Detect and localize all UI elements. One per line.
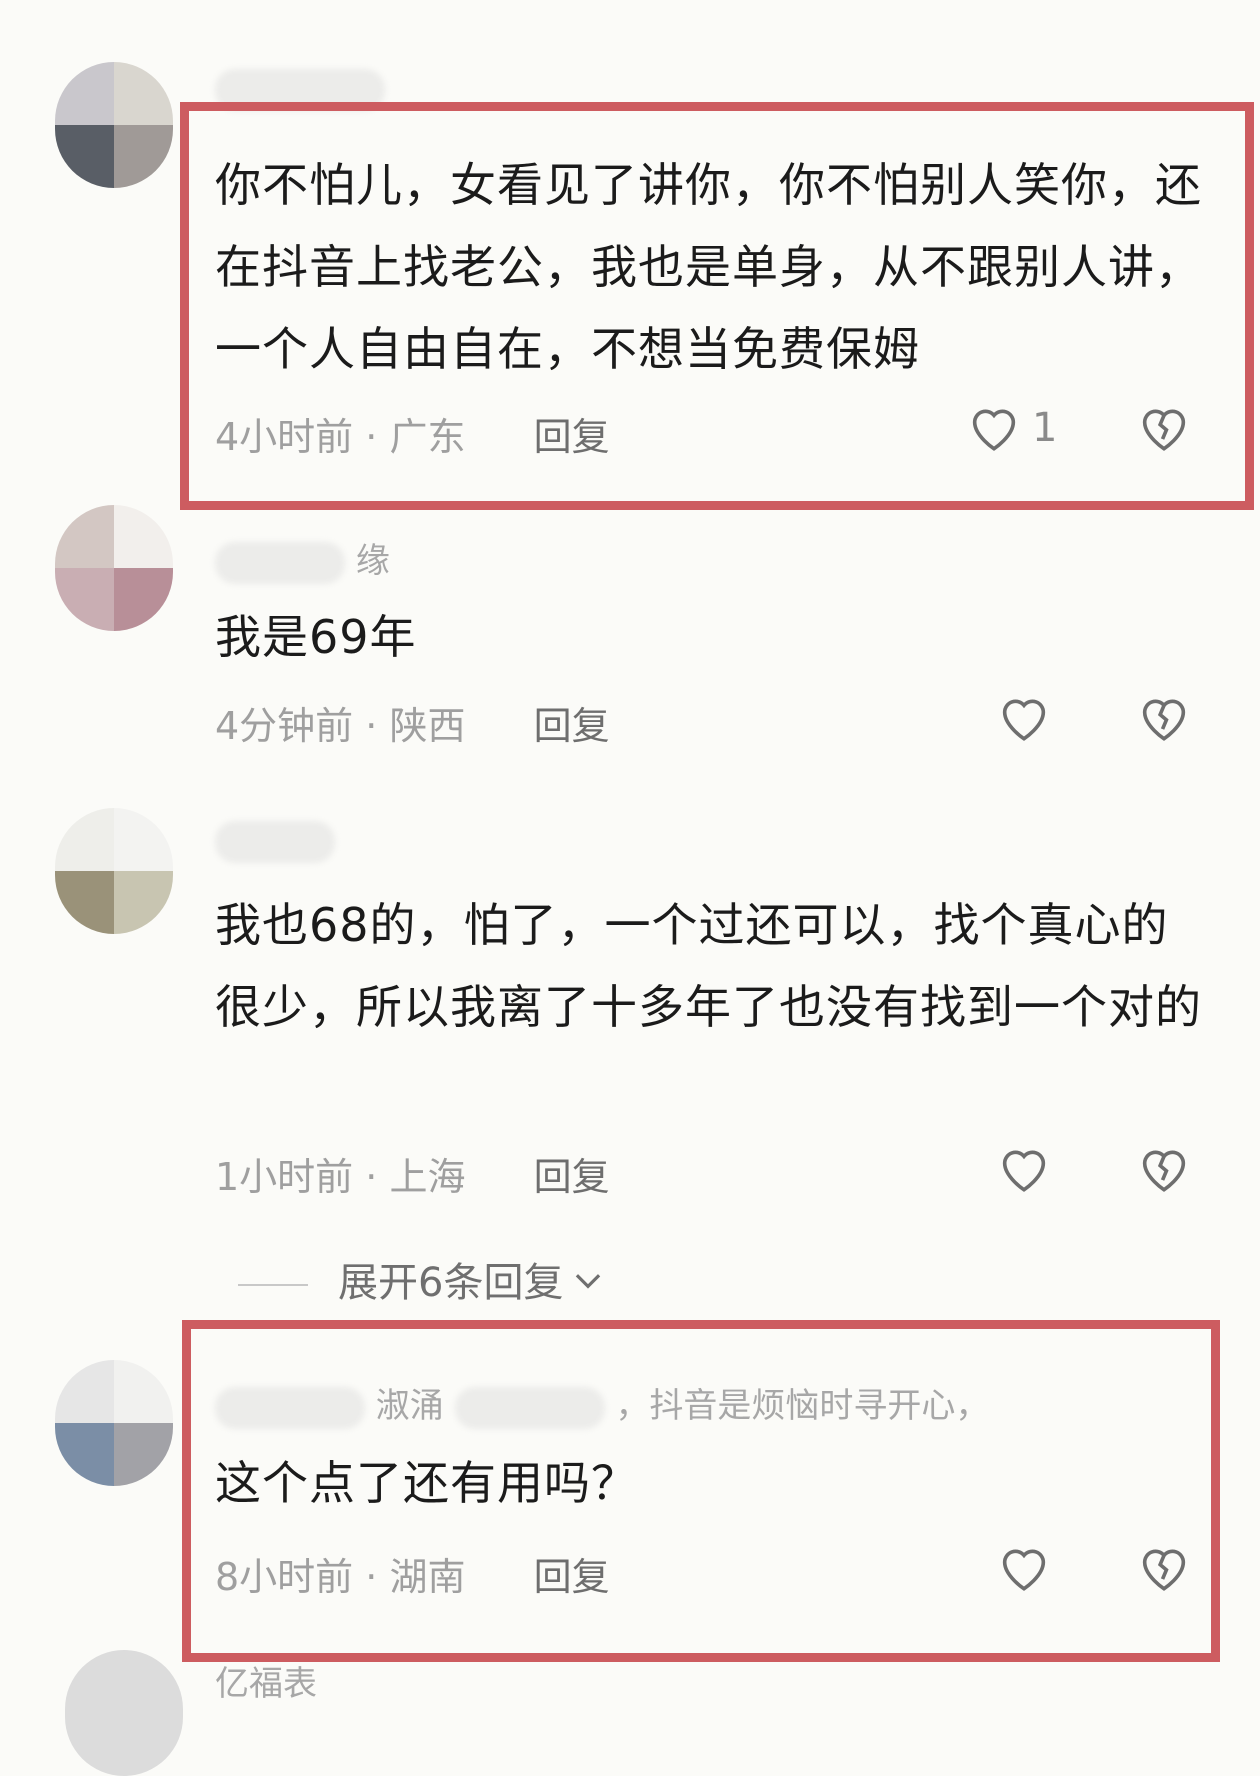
- reply-button[interactable]: 回复: [534, 704, 610, 748]
- highlight-box: [182, 1320, 1220, 1662]
- avatar[interactable]: [55, 1360, 173, 1486]
- comment-username[interactable]: [215, 820, 335, 863]
- next-comment-username[interactable]: 亿福表: [215, 1656, 317, 1705]
- avatar[interactable]: [55, 62, 173, 188]
- comment-meta: 1小时前 · 上海 回复: [215, 1146, 610, 1201]
- comment-text: 我也68的，怕了，一个过还可以，找个真心的很少，所以我离了十多年了也没有找到一个…: [215, 898, 1202, 1034]
- comment-meta: 4分钟前 · 陕西 回复: [215, 695, 610, 750]
- meta-separator: ·: [365, 1155, 378, 1199]
- highlight-box: [180, 102, 1254, 510]
- comment-username[interactable]: 缘: [215, 533, 390, 584]
- like-heart-icon[interactable]: [995, 688, 1053, 746]
- dislike-broken-heart-icon[interactable]: [1135, 1139, 1193, 1197]
- comment-location: 陕西: [389, 704, 466, 748]
- avatar[interactable]: [55, 808, 173, 934]
- comment-time: 4分钟前: [215, 704, 354, 748]
- divider-line: [238, 1284, 308, 1286]
- avatar[interactable]: [55, 505, 173, 631]
- avatar[interactable]: [65, 1650, 183, 1776]
- like-heart-icon[interactable]: [995, 1139, 1053, 1197]
- blurred-username: [215, 820, 335, 863]
- meta-separator: ·: [365, 704, 378, 748]
- comment-text: 我是69年: [215, 610, 417, 664]
- dislike-broken-heart-icon[interactable]: [1135, 688, 1193, 746]
- chevron-down-icon: [569, 1261, 607, 1309]
- expand-replies-button[interactable]: 展开6条回复: [238, 1250, 607, 1309]
- comment-time: 1小时前: [215, 1155, 354, 1199]
- comment-location: 上海: [389, 1155, 466, 1199]
- blurred-username: [215, 541, 345, 584]
- reply-button[interactable]: 回复: [534, 1155, 610, 1199]
